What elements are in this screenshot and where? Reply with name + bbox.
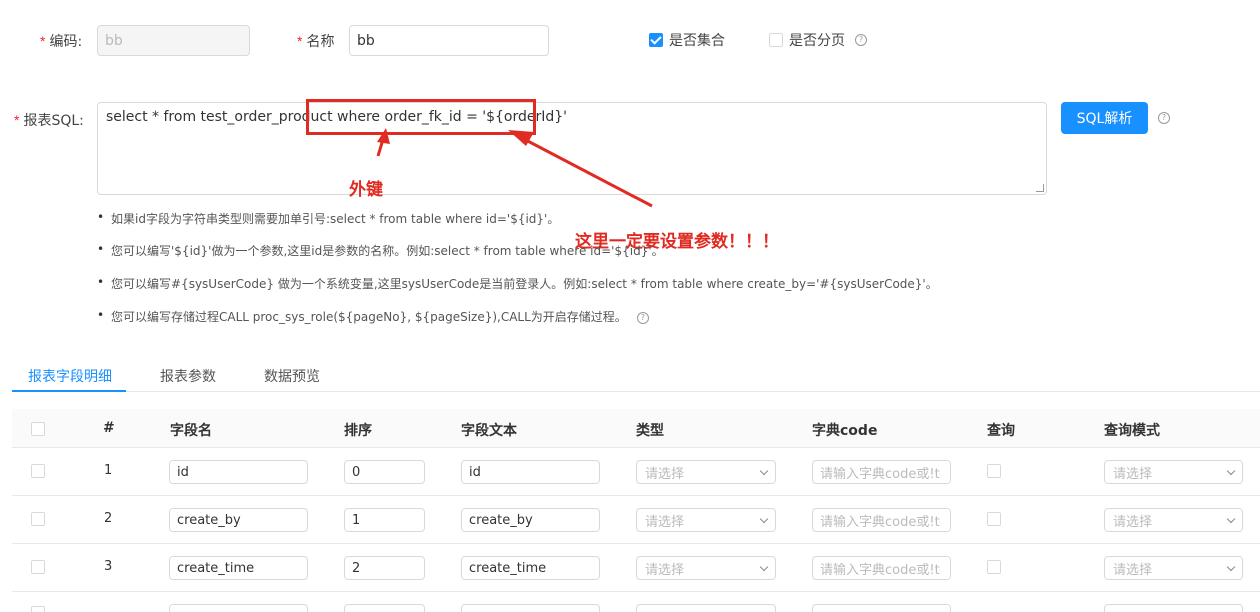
select-all-checkbox[interactable]: [31, 422, 45, 436]
field-name-input[interactable]: create_by: [169, 508, 308, 532]
query-mode-select[interactable]: 请选择: [1104, 556, 1243, 580]
row-checkbox[interactable]: [31, 606, 45, 612]
type-select[interactable]: 请选择: [636, 556, 776, 580]
param-arrow: [521, 136, 653, 208]
chevron-down-icon: [1226, 466, 1236, 475]
tab-field-details[interactable]: 报表字段明细: [28, 366, 112, 386]
order-input[interactable]: [344, 604, 425, 612]
header-type: 类型: [636, 423, 664, 439]
query-mode-select[interactable]: 请选择: [1104, 460, 1243, 484]
tip-item: 如果id字段为字符串类型则需要加单引号:select * from table …: [97, 210, 559, 227]
chevron-down-icon: [759, 466, 769, 475]
foreign-key-annotation: 外键: [349, 180, 383, 200]
header-order: 排序: [344, 423, 372, 439]
dict-code-input[interactable]: 请输入字典code或!t: [812, 556, 951, 580]
field-text-input[interactable]: id: [461, 460, 600, 484]
tip-item: 您可以编写'${id}'做为一个参数,这里id是参数的名称。例如:select …: [97, 242, 664, 259]
chevron-down-icon: [1226, 562, 1236, 571]
row-checkbox[interactable]: [31, 560, 45, 574]
field-name-input[interactable]: [169, 604, 308, 612]
header-dict-code: 字典code: [812, 423, 878, 439]
sql-tips-list: 如果id字段为字符串类型则需要加单引号:select * from table …: [97, 208, 938, 328]
chevron-down-icon: [759, 562, 769, 571]
query-checkbox[interactable]: [987, 464, 1001, 478]
order-input[interactable]: 1: [344, 508, 425, 532]
chevron-down-icon: [759, 514, 769, 523]
order-input[interactable]: 0: [344, 460, 425, 484]
query-mode-select[interactable]: [1104, 604, 1243, 612]
help-icon[interactable]: ?: [636, 311, 649, 324]
tip-item: 您可以编写存储过程CALL proc_sys_role(${pageNo}, $…: [97, 308, 649, 325]
field-text-input[interactable]: create_time: [461, 556, 600, 580]
tab-report-params[interactable]: 报表参数: [160, 366, 216, 386]
field-name-input[interactable]: id: [169, 460, 308, 484]
active-tab-indicator: [12, 390, 126, 392]
query-checkbox[interactable]: [987, 560, 1001, 574]
type-select[interactable]: 请选择: [636, 460, 776, 484]
header-field-text: 字段文本: [461, 423, 517, 439]
order-input[interactable]: 2: [344, 556, 425, 580]
type-select[interactable]: [636, 604, 776, 612]
chevron-down-icon: [1226, 514, 1236, 523]
query-checkbox[interactable]: [987, 512, 1001, 526]
tip-item: 您可以编写#{sysUserCode} 做为一个系统变量,这里sysUserCo…: [97, 275, 938, 292]
header-query: 查询: [987, 423, 1015, 439]
dict-code-input[interactable]: 请输入字典code或!t: [812, 460, 951, 484]
row-checkbox[interactable]: [31, 464, 45, 478]
header-query-mode: 查询模式: [1104, 423, 1160, 439]
field-text-input[interactable]: [461, 604, 600, 612]
foreign-key-arrowhead: [377, 128, 390, 144]
field-name-input[interactable]: create_time: [169, 556, 308, 580]
tab-data-preview[interactable]: 数据预览: [264, 366, 320, 386]
header-index: #: [103, 420, 115, 436]
row-index: 3: [104, 559, 113, 574]
query-mode-select[interactable]: 请选择: [1104, 508, 1243, 532]
row-checkbox[interactable]: [31, 512, 45, 526]
row-index: 2: [104, 511, 113, 526]
row-index: 1: [104, 463, 113, 478]
dict-code-input[interactable]: 请输入字典code或!t: [812, 508, 951, 532]
field-text-input[interactable]: create_by: [461, 508, 600, 532]
dict-code-input[interactable]: [812, 604, 951, 612]
header-field-name: 字段名: [170, 423, 212, 439]
type-select[interactable]: 请选择: [636, 508, 776, 532]
